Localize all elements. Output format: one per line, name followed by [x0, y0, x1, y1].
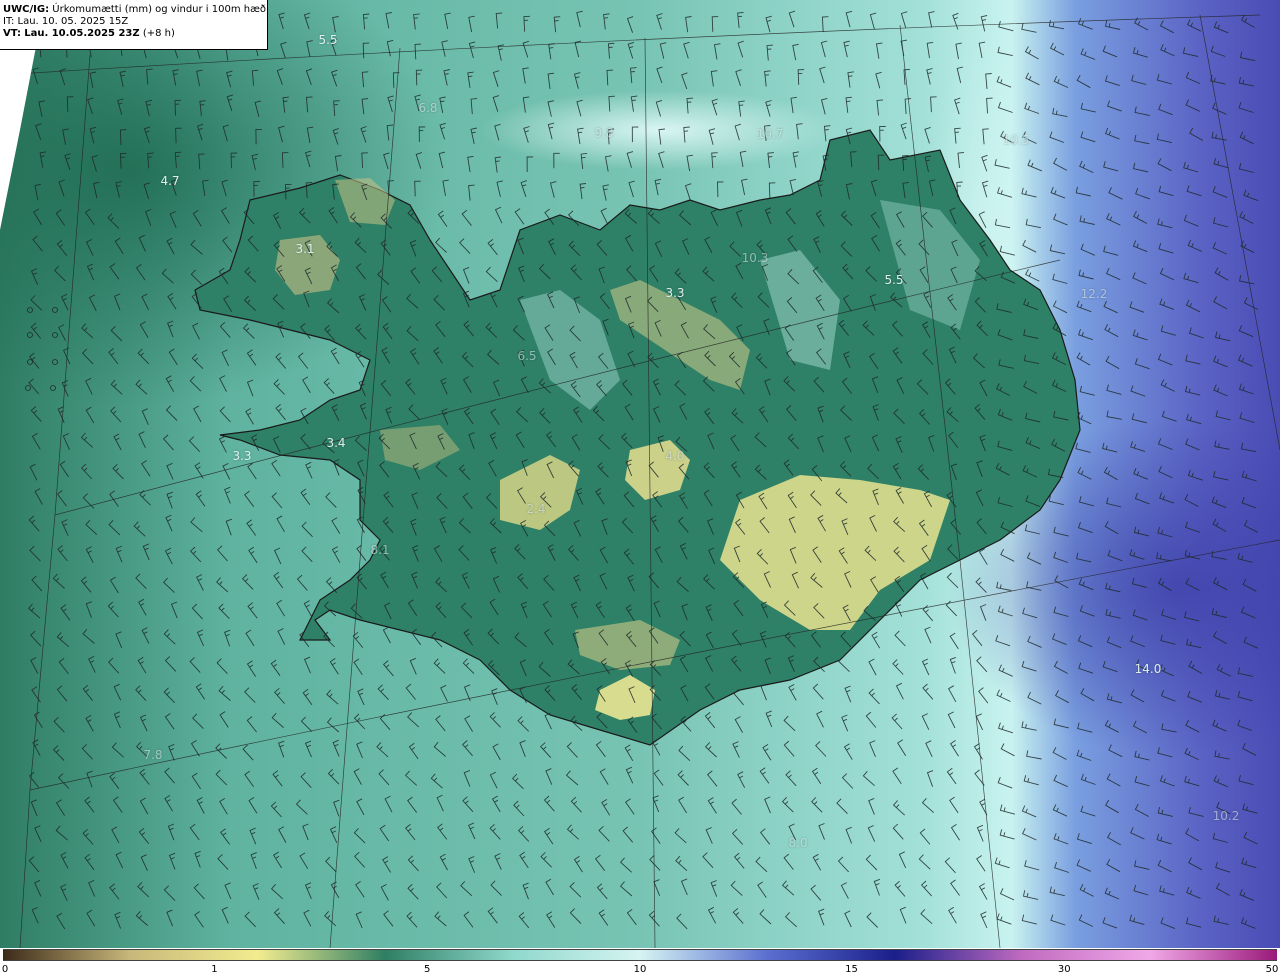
value-label: 9.8 — [594, 126, 614, 140]
value-label: 4.7 — [160, 174, 180, 188]
value-label: 6.8 — [418, 101, 438, 115]
precipitation-map — [0, 0, 1280, 948]
value-label: 10.5 — [1002, 133, 1030, 147]
colorbar-strip — [3, 949, 1277, 961]
initial-time: IT: Lau. 10. 05. 2025 15Z — [3, 16, 129, 27]
info-title-row: UWC/IG: Úrkomumætti (mm) og vindur i 100… — [3, 4, 267, 16]
colorbar-tick-label: 5 — [424, 964, 431, 975]
value-label: 10.2 — [1212, 809, 1240, 823]
value-label: 14.0 — [1134, 662, 1162, 676]
product-title: Úrkomumætti (mm) og vindur i 100m hæð — [52, 4, 267, 15]
map-domain — [0, 0, 1280, 948]
value-label: 3.1 — [295, 242, 315, 256]
value-label: 5.5 — [318, 33, 338, 47]
value-label: 6.5 — [517, 349, 537, 363]
colorbar-tick-label: 0 — [1, 964, 9, 975]
value-label: 4.0 — [665, 449, 685, 463]
value-label: 10.7 — [756, 127, 784, 141]
value-label: 7.8 — [143, 748, 163, 762]
vt-prefix: VT: — [3, 28, 22, 39]
valid-time: Lau. 10.05.2025 23Z — [24, 28, 140, 39]
colorbar-tick-label: 50 — [1265, 964, 1279, 975]
colorbar-tick-label: 1 — [211, 964, 218, 975]
colorbar-tick-label: 30 — [1057, 964, 1071, 975]
map-area[interactable]: 5.5 4.7 6.8 9.8 10.7 10.5 3.1 10.3 5.5 3.3 12.2 6.5… — [0, 0, 1280, 948]
colorbar-tick-label: 10 — [633, 964, 647, 975]
valid-time-row: VT: Lau. 10.05.2025 23Z (+8 h) — [3, 28, 267, 40]
value-label: 8.0 — [788, 836, 808, 850]
value-label: 2.4 — [526, 502, 546, 516]
value-label: 3.4 — [326, 436, 346, 450]
forecast-offset: (+8 h) — [142, 28, 175, 39]
value-label: 10.3 — [741, 251, 769, 265]
colorbar: 0 1 5 10 15 30 50 — [0, 948, 1280, 978]
value-label: 3.3 — [665, 286, 685, 300]
value-label: 12.2 — [1080, 287, 1108, 301]
value-label: 5.5 — [884, 273, 904, 287]
value-label: 3.3 — [232, 449, 252, 463]
value-label: 8.1 — [370, 543, 390, 557]
info-box: UWC/IG: Úrkomumætti (mm) og vindur i 100… — [0, 0, 268, 50]
colorbar-tick-label: 15 — [845, 964, 858, 975]
product-code: UWC/IG: — [3, 4, 50, 15]
